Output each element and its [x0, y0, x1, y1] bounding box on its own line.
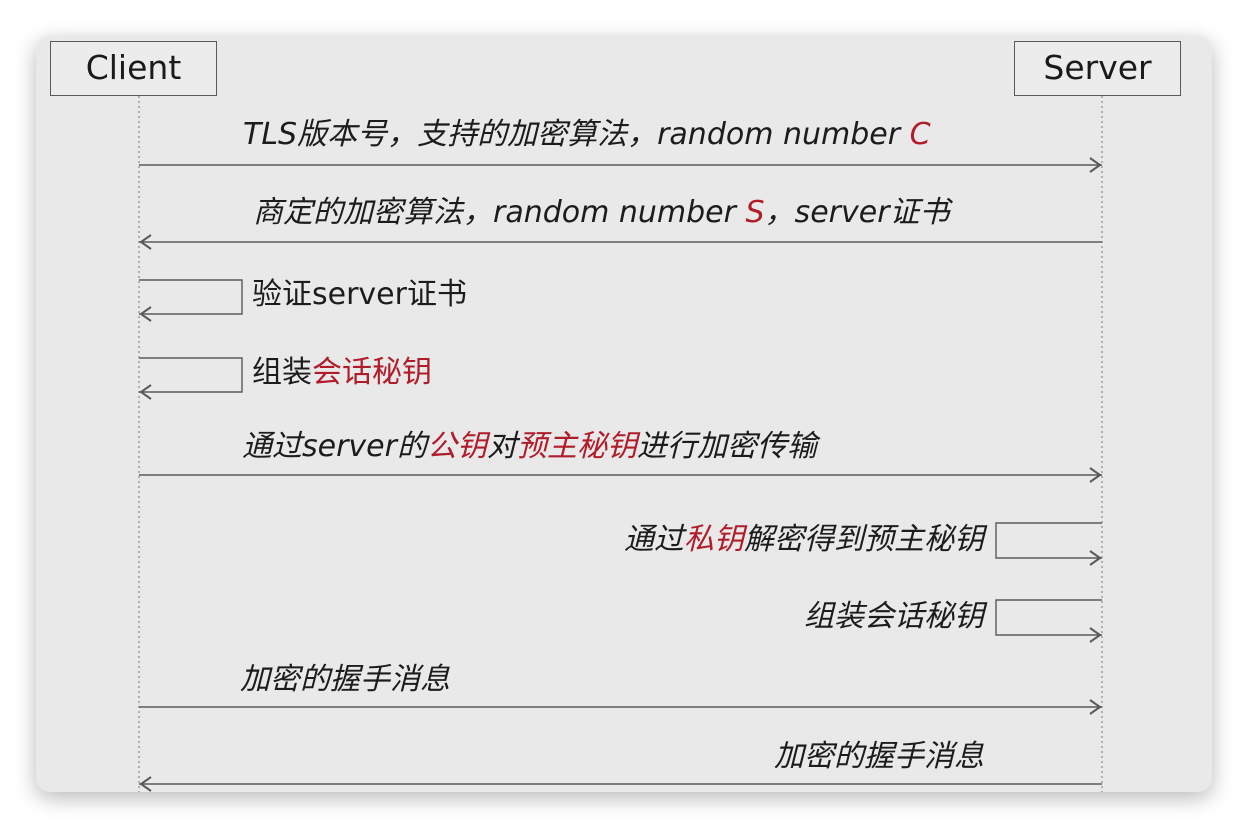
message-label-9: 加密的握手消息	[774, 742, 984, 772]
message-arrow-4	[139, 357, 243, 393]
highlighted-term: 会话秘钥	[312, 355, 432, 390]
label-text: 验证server证书	[252, 277, 467, 312]
self-message-loop	[995, 599, 1102, 636]
label-text: 进行加密传输	[636, 429, 817, 464]
message-label-1: TLS版本号，支持的加密算法，random number C	[243, 120, 931, 150]
label-text: 组装	[252, 355, 312, 390]
message-arrow-7	[995, 599, 1102, 636]
message-label-7: 组装会话秘钥	[804, 602, 984, 632]
message-arrow-6	[995, 522, 1102, 559]
highlighted-term: 公钥	[426, 429, 487, 464]
highlighted-term: 预主秘钥	[516, 429, 637, 464]
message-label-4: 组装会话秘钥	[252, 358, 432, 388]
sequence-diagram: Client Server TLS版本号，支持的加密算法，random numb…	[36, 36, 1212, 792]
label-text: TLS版本号，支持的加密算法，random number	[243, 117, 910, 152]
label-text: 解密得到预主秘钥	[744, 522, 984, 557]
message-label-2: 商定的加密算法，random number S，server证书	[253, 198, 950, 228]
message-label-3: 验证server证书	[252, 280, 467, 310]
message-label-5: 通过server的公钥对预主秘钥进行加密传输	[242, 432, 817, 462]
self-message-loop	[139, 357, 243, 393]
self-message-loop	[995, 522, 1102, 559]
label-text: 组装会话秘钥	[804, 599, 984, 634]
message-arrow-3	[139, 279, 243, 315]
highlighted-term: S	[745, 195, 765, 230]
highlighted-term: 私钥	[684, 522, 744, 557]
highlighted-term: C	[909, 117, 931, 152]
label-text: ，server证书	[764, 195, 950, 230]
message-label-8: 加密的握手消息	[240, 665, 450, 695]
label-text: 对	[486, 429, 517, 464]
label-text: 商定的加密算法，random number	[253, 195, 746, 230]
message-label-6: 通过私钥解密得到预主秘钥	[624, 525, 984, 555]
label-text: 通过server的	[242, 429, 427, 464]
self-message-loop	[139, 279, 243, 315]
label-text: 加密的握手消息	[240, 662, 450, 697]
label-text: 通过	[624, 522, 684, 557]
label-text: 加密的握手消息	[774, 739, 984, 774]
